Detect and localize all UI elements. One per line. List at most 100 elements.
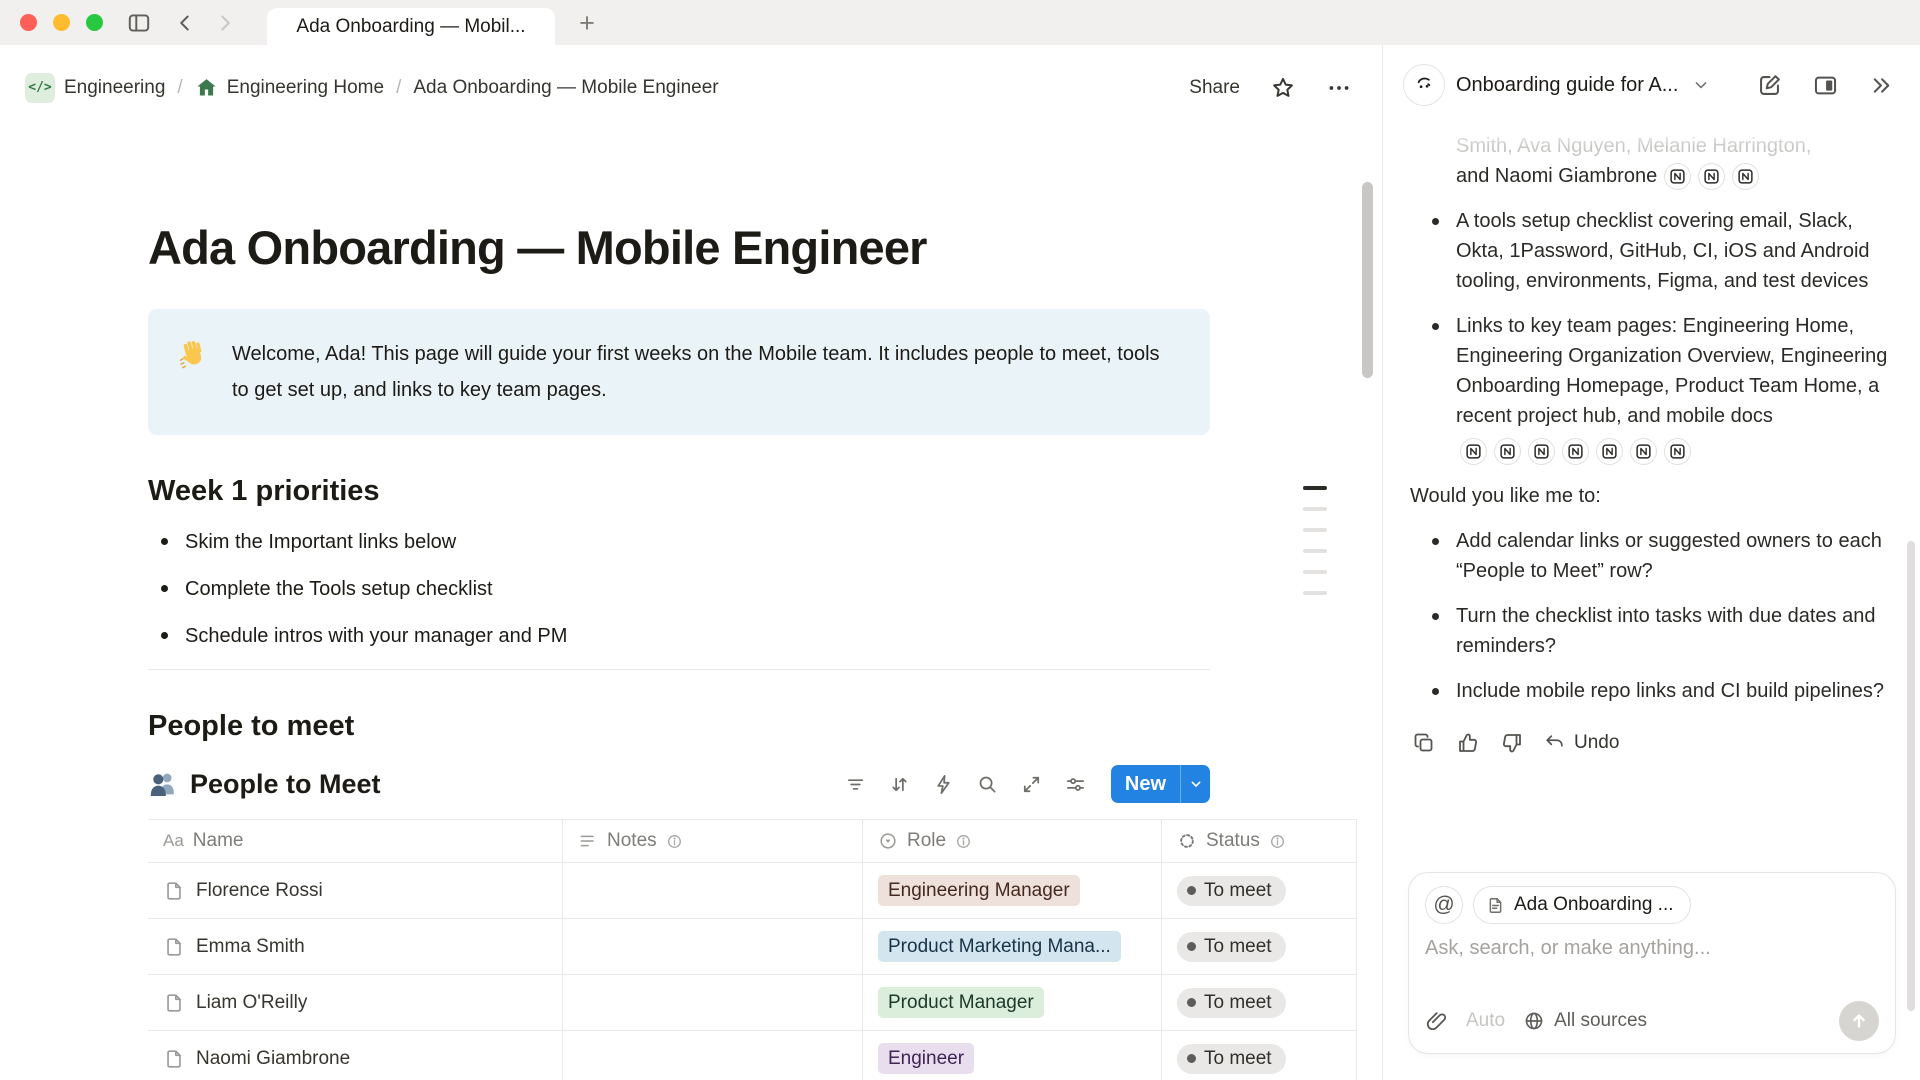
thumbs-up-icon[interactable]: [1456, 731, 1480, 755]
toc-dash-active[interactable]: [1303, 486, 1327, 490]
role-cell[interactable]: Product Manager: [863, 975, 1162, 1030]
copy-icon[interactable]: [1412, 731, 1436, 755]
table-of-contents-indicator[interactable]: [1303, 486, 1327, 612]
new-tab-icon[interactable]: +: [570, 8, 604, 38]
breadcrumb-label: Ada Onboarding — Mobile Engineer: [413, 77, 718, 99]
sort-icon[interactable]: [885, 769, 915, 799]
role-cell[interactable]: Engineer: [863, 1031, 1162, 1080]
forward-icon[interactable]: [212, 10, 238, 36]
breadcrumb-item-engineering[interactable]: </> Engineering: [25, 73, 165, 103]
auto-mode-button[interactable]: Auto: [1466, 1010, 1505, 1032]
status-tag[interactable]: To meet: [1177, 1044, 1286, 1074]
main-scrollbar[interactable]: [1362, 182, 1373, 378]
status-cell[interactable]: To meet: [1162, 1031, 1357, 1080]
column-header-role[interactable]: Role: [863, 820, 1162, 862]
back-icon[interactable]: [172, 10, 198, 36]
minimize-window-button[interactable]: [53, 14, 70, 31]
notes-cell[interactable]: [563, 975, 863, 1030]
name-cell[interactable]: Emma Smith: [148, 919, 563, 974]
notes-cell[interactable]: [563, 863, 863, 918]
notion-page-chip[interactable]: [1664, 163, 1691, 190]
notion-page-chip[interactable]: [1732, 163, 1759, 190]
role-cell[interactable]: Product Marketing Mana...: [863, 919, 1162, 974]
ai-face-icon[interactable]: [1403, 64, 1445, 106]
notion-page-chip[interactable]: [1562, 438, 1589, 465]
new-button-chevron-icon[interactable]: [1180, 765, 1210, 803]
toc-dash[interactable]: [1303, 528, 1327, 532]
send-button[interactable]: [1839, 1001, 1879, 1041]
side-panel-icon[interactable]: [1812, 72, 1839, 99]
status-cell[interactable]: To meet: [1162, 863, 1357, 918]
attachment-icon[interactable]: [1425, 1010, 1448, 1033]
new-thread-icon[interactable]: [1756, 72, 1783, 99]
mention-button[interactable]: @: [1425, 886, 1463, 924]
status-cell[interactable]: To meet: [1162, 919, 1357, 974]
new-row-button[interactable]: New: [1111, 765, 1210, 803]
breadcrumb-item-engineering-home[interactable]: Engineering Home: [195, 76, 384, 99]
role-tag[interactable]: Engineer: [878, 1043, 974, 1074]
toc-dash[interactable]: [1303, 591, 1327, 595]
active-tab[interactable]: Ada Onboarding — Mobil...: [267, 8, 555, 45]
context-page-chip[interactable]: Ada Onboarding ...: [1473, 886, 1691, 924]
notion-page-chip[interactable]: [1698, 163, 1725, 190]
chevron-down-icon[interactable]: [1691, 75, 1711, 95]
notion-page-chip[interactable]: [1664, 438, 1691, 465]
notion-page-chip[interactable]: [1460, 438, 1487, 465]
notion-page-chip[interactable]: [1528, 438, 1555, 465]
favorite-star-icon[interactable]: [1270, 75, 1296, 101]
view-settings-icon[interactable]: [1061, 769, 1091, 799]
all-sources-button[interactable]: All sources: [1523, 1010, 1647, 1032]
name-cell[interactable]: Florence Rossi: [148, 863, 563, 918]
column-header-status[interactable]: Status: [1162, 820, 1357, 862]
ai-suggestion: Turn the checklist into tasks with due d…: [1410, 601, 1889, 661]
sidebar-toggle-icon[interactable]: [126, 10, 152, 36]
name-cell[interactable]: Naomi Giambrone: [148, 1031, 563, 1080]
role-tag[interactable]: Product Marketing Mana...: [878, 931, 1121, 962]
toc-dash[interactable]: [1303, 570, 1327, 574]
column-header-name[interactable]: Aa Name: [148, 820, 563, 862]
name-cell[interactable]: Liam O'Reilly: [148, 975, 563, 1030]
bullet-dot: [161, 585, 168, 592]
ai-composer[interactable]: @ Ada Onboarding ... Auto All sources: [1408, 872, 1896, 1054]
notion-page-chip[interactable]: [1596, 438, 1623, 465]
breadcrumb-item-current-page[interactable]: Ada Onboarding — Mobile Engineer: [413, 77, 718, 99]
close-window-button[interactable]: [20, 14, 37, 31]
role-tag[interactable]: Product Manager: [878, 987, 1044, 1018]
status-tag[interactable]: To meet: [1177, 876, 1286, 906]
info-icon[interactable]: [666, 833, 683, 850]
status-cell[interactable]: To meet: [1162, 975, 1357, 1030]
column-header-notes[interactable]: Notes: [563, 820, 863, 862]
status-tag[interactable]: To meet: [1177, 988, 1286, 1018]
table-row: Florence Rossi Engineering Manager To me…: [148, 863, 1357, 919]
more-options-icon[interactable]: [1326, 75, 1352, 101]
notes-cell[interactable]: [563, 1031, 863, 1080]
toc-dash[interactable]: [1303, 549, 1327, 553]
ai-thread-title[interactable]: Onboarding guide for A...: [1456, 74, 1678, 97]
list-item: Schedule intros with your manager and PM: [148, 622, 1210, 650]
search-icon[interactable]: [973, 769, 1003, 799]
notes-cell[interactable]: [563, 919, 863, 974]
database-title[interactable]: People to Meet: [148, 769, 381, 800]
bullet-dot: [1432, 613, 1439, 620]
notion-page-chip[interactable]: [1630, 438, 1657, 465]
automation-lightning-icon[interactable]: [929, 769, 959, 799]
share-button[interactable]: Share: [1189, 77, 1240, 99]
status-tag[interactable]: To meet: [1177, 932, 1286, 962]
collapse-panel-icon[interactable]: [1868, 72, 1895, 99]
expand-icon[interactable]: [1017, 769, 1047, 799]
thumbs-down-icon[interactable]: [1500, 731, 1524, 755]
callout-block: Welcome, Ada! This page will guide your …: [148, 309, 1210, 435]
ai-prompt-input[interactable]: [1425, 937, 1879, 960]
zoom-window-button[interactable]: [86, 14, 103, 31]
role-tag[interactable]: Engineering Manager: [878, 875, 1080, 906]
ai-panel-scrollbar[interactable]: [1907, 541, 1915, 1011]
role-cell[interactable]: Engineering Manager: [863, 863, 1162, 918]
notion-page-chip[interactable]: [1494, 438, 1521, 465]
arrow-up-icon: [1848, 1010, 1870, 1032]
filter-icon[interactable]: [841, 769, 871, 799]
info-icon[interactable]: [1269, 833, 1286, 850]
toc-dash[interactable]: [1303, 507, 1327, 511]
info-icon[interactable]: [955, 833, 972, 850]
undo-button[interactable]: Undo: [1544, 728, 1619, 758]
document-actions: Share: [1189, 75, 1352, 101]
